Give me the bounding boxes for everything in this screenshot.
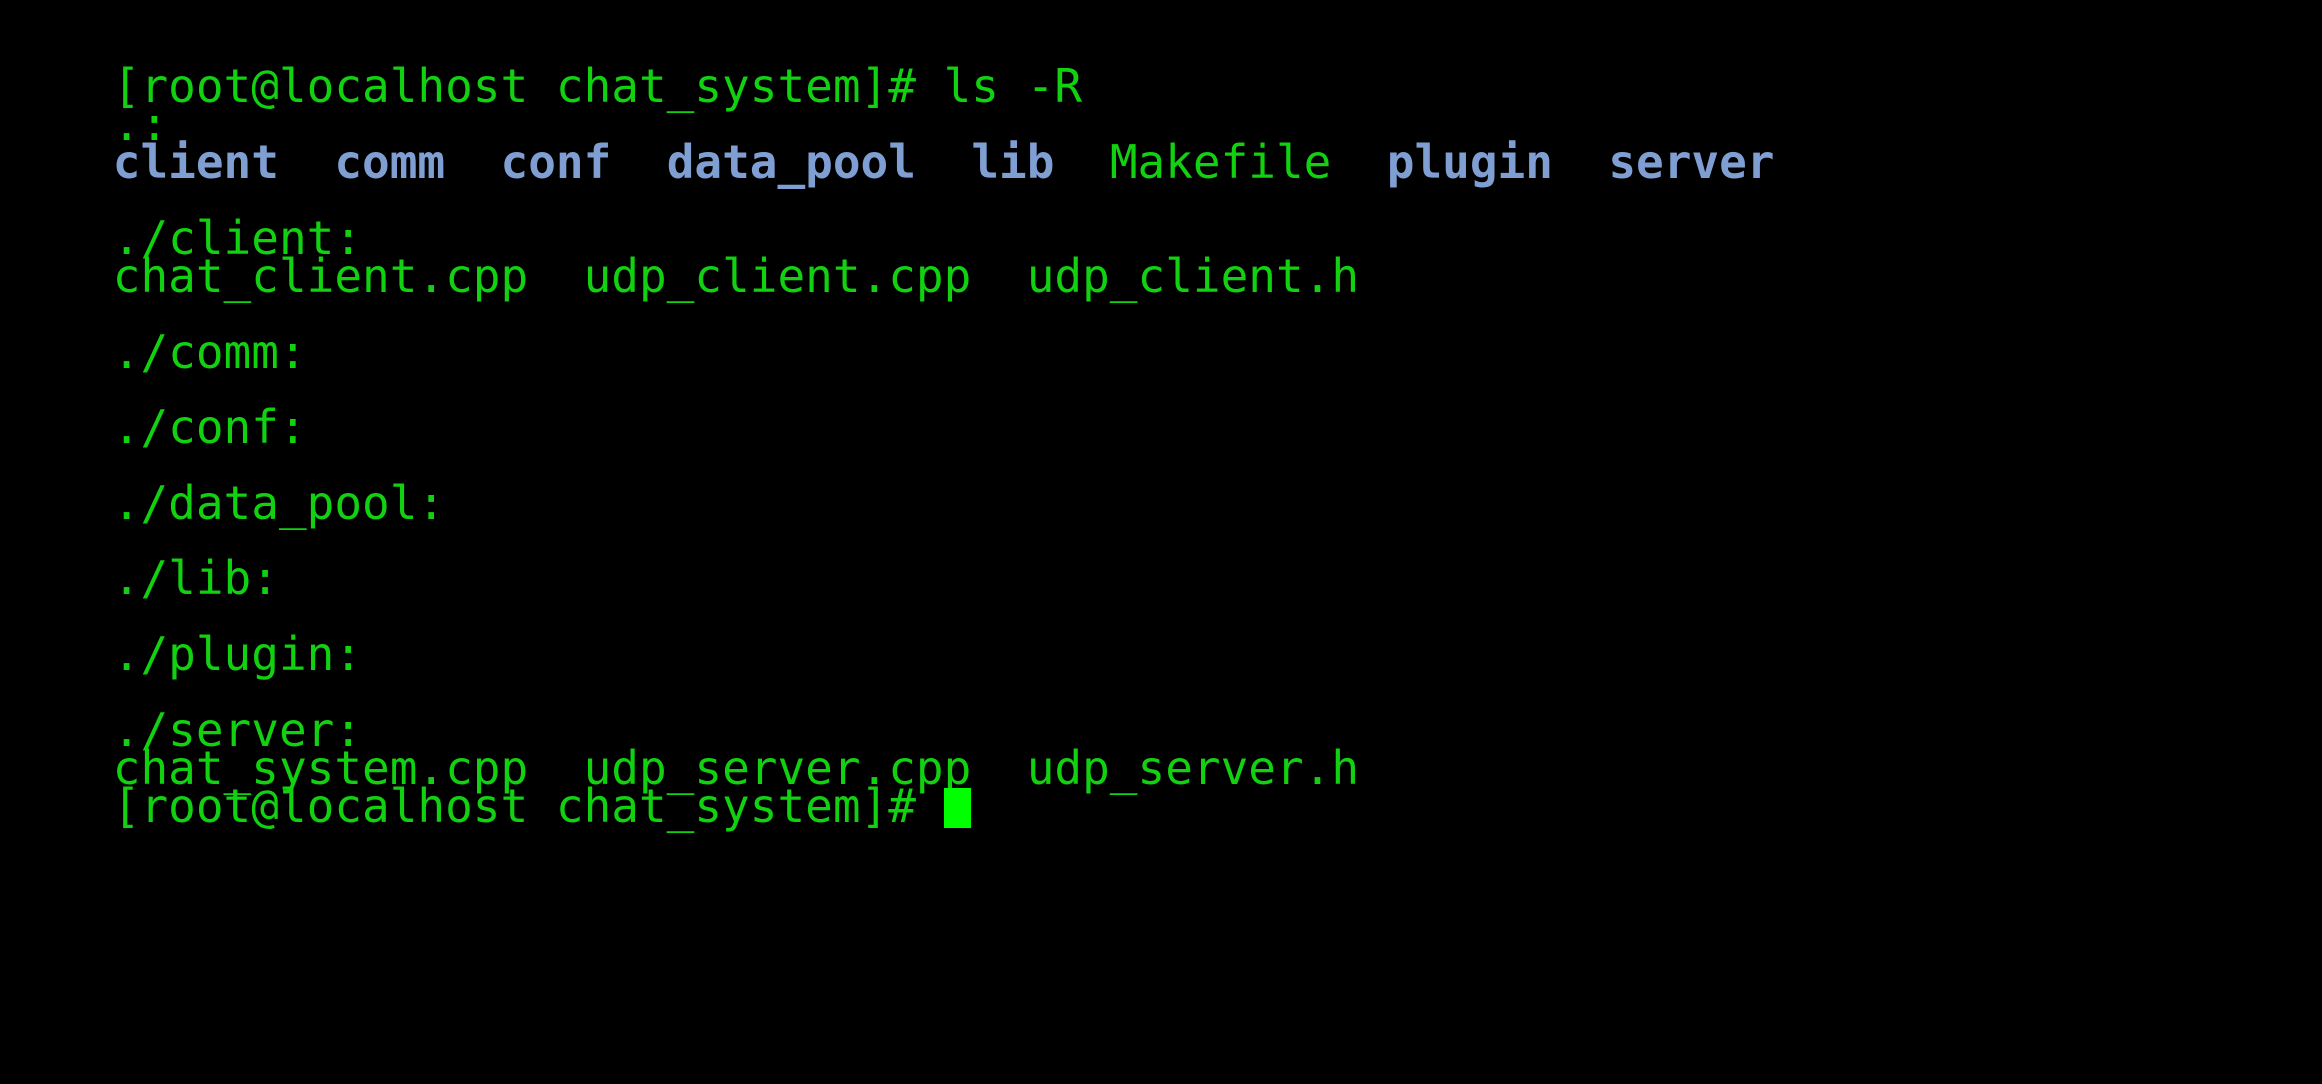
terminal-window[interactable]: [root@localhost chat_system]# ls -R .: c…: [0, 0, 2322, 1084]
dir-entry-lib: lib: [971, 135, 1055, 189]
file-entry: udp_client.h: [1026, 249, 1360, 303]
section-header-data-pool: ./data_pool:: [2, 419, 445, 530]
section-header-lib: ./lib:: [2, 494, 279, 605]
dir-entry-conf: conf: [500, 135, 612, 189]
dir-entry-server: server: [1608, 135, 1775, 189]
file-entry: udp_client.cpp: [583, 249, 972, 303]
file-entry: udp_server.h: [1026, 741, 1360, 795]
section-header-conf: ./conf:: [2, 343, 307, 454]
dir-entry-data-pool: data_pool: [666, 135, 916, 189]
text-cursor: [943, 788, 971, 828]
next-prompt-line[interactable]: [root@localhost chat_system]#: [2, 722, 971, 833]
file-entry-makefile: Makefile: [1109, 135, 1332, 189]
section-header-comm: ./comm:: [2, 268, 307, 379]
next-prompt-text: [root@localhost chat_system]#: [112, 779, 944, 833]
root-listing-row: client comm conf data_pool lib Makefile …: [2, 78, 1775, 189]
dir-entry-plugin: plugin: [1386, 135, 1553, 189]
section-header-plugin: ./plugin:: [2, 570, 362, 681]
client-files-row: chat_client.cpp udp_client.cpp udp_clien…: [2, 192, 1359, 303]
